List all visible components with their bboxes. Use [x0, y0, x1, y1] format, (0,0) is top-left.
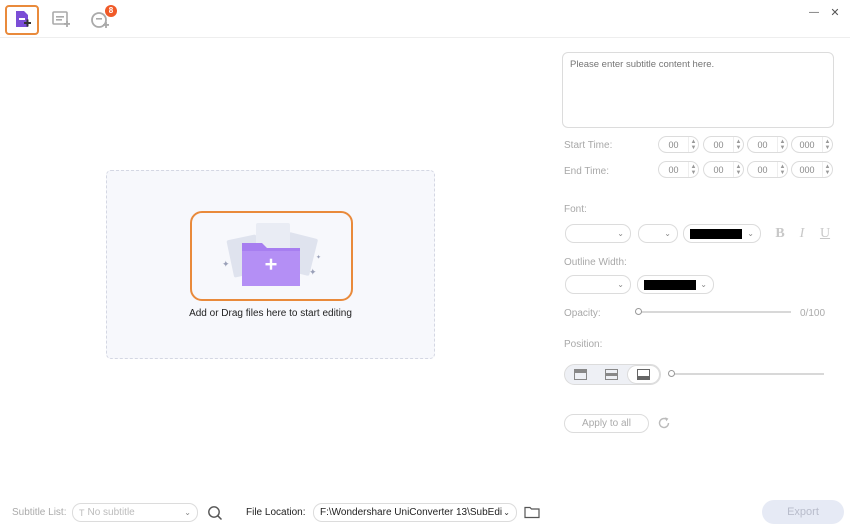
start-minutes-spinner[interactable]: 00 ▲ ▼ — [703, 136, 744, 153]
notification-badge: 8 — [105, 5, 117, 17]
end-seconds-spinner[interactable]: 00 ▲ ▼ — [747, 161, 788, 178]
spinner-arrows-icon[interactable]: ▲ ▼ — [688, 162, 698, 177]
subtitle-text-icon: T — [79, 507, 85, 518]
opacity-value: 0/100 — [800, 308, 826, 319]
position-top-icon — [574, 369, 587, 380]
search-subtitle-button[interactable] — [207, 505, 223, 521]
font-size-select[interactable]: ⌄ — [638, 224, 678, 243]
position-top-button[interactable] — [565, 365, 596, 384]
add-subtitle-button[interactable] — [44, 5, 78, 35]
close-icon: ✕ — [830, 6, 840, 19]
apply-to-all-button[interactable]: Apply to all — [564, 414, 649, 433]
search-icon — [208, 506, 223, 521]
end-time-label: End Time: — [564, 166, 610, 177]
opacity-slider-track[interactable] — [638, 311, 791, 313]
spinner-arrows-icon[interactable]: ▲ ▼ — [733, 137, 743, 152]
outline-color-select[interactable]: ⌄ — [637, 275, 714, 294]
export-button[interactable]: Export — [762, 500, 844, 524]
chevron-down-icon: ⌄ — [617, 229, 624, 238]
minimize-button[interactable]: — — [805, 4, 823, 20]
position-selector — [564, 364, 661, 385]
drop-instruction: Add or Drag files here to start editing — [189, 308, 352, 319]
spinner-arrows-icon[interactable]: ▲ ▼ — [822, 137, 832, 152]
subtitle-list-value: No subtitle — [87, 507, 135, 518]
open-folder-button[interactable] — [524, 505, 540, 519]
chevron-down-icon: ⌄ — [747, 229, 754, 238]
end-minutes-spinner[interactable]: 00 ▲ ▼ — [703, 161, 744, 178]
folder-icon — [524, 506, 540, 519]
chevron-down-icon: ⌄ — [184, 508, 191, 517]
subtitle-content-input[interactable] — [562, 52, 834, 128]
start-seconds-value: 00 — [757, 139, 768, 150]
file-location-label: File Location: — [246, 507, 306, 518]
add-files-card[interactable]: ✦ ✦ ✦ — [190, 211, 353, 301]
top-toolbar: 8 — ✕ — [0, 0, 850, 38]
position-middle-button[interactable] — [596, 365, 627, 384]
spinner-arrows-icon[interactable]: ▲ ▼ — [733, 162, 743, 177]
position-middle-icon — [605, 369, 618, 380]
subtitle-list-label: Subtitle List: — [12, 507, 67, 518]
subtitle-list-select[interactable]: T No subtitle ⌄ — [72, 503, 198, 522]
close-button[interactable]: ✕ — [826, 4, 844, 20]
italic-button[interactable]: I — [794, 226, 810, 242]
chevron-down-icon: ⌄ — [617, 280, 624, 289]
file-location-select[interactable]: F:\Wondershare UniConverter 13\SubEdi ⌄ — [313, 503, 517, 522]
minimize-icon: — — [809, 6, 819, 18]
start-seconds-spinner[interactable]: 00 ▲ ▼ — [747, 136, 788, 153]
add-subtitle-icon — [52, 11, 70, 27]
svg-text:✦: ✦ — [222, 259, 230, 269]
file-location-value: F:\Wondershare UniConverter 13\SubEdi — [320, 507, 502, 518]
end-hours-spinner[interactable]: 00 ▲ ▼ — [658, 161, 699, 178]
end-minutes-value: 00 — [713, 164, 724, 175]
outline-color-swatch — [644, 279, 696, 290]
position-bottom-icon — [637, 369, 650, 380]
bold-button[interactable]: B — [772, 226, 788, 242]
font-color-swatch — [690, 228, 742, 239]
underline-button[interactable]: U — [817, 226, 833, 242]
refresh-icon — [658, 417, 670, 429]
end-ms-spinner[interactable]: 000 ▲ ▼ — [791, 161, 833, 178]
folder-plus-icon: ✦ ✦ ✦ — [222, 223, 321, 286]
end-hours-value: 00 — [668, 164, 679, 175]
position-slider-track[interactable] — [671, 373, 824, 375]
opacity-label: Opacity: — [564, 308, 601, 319]
outline-width-label: Outline Width: — [564, 257, 627, 268]
spinner-arrows-icon[interactable]: ▲ ▼ — [777, 162, 787, 177]
start-hours-value: 00 — [668, 139, 679, 150]
chevron-down-icon: ⌄ — [700, 280, 707, 289]
svg-text:✦: ✦ — [316, 254, 321, 261]
start-ms-spinner[interactable]: 000 ▲ ▼ — [791, 136, 833, 153]
start-hours-spinner[interactable]: 00 ▲ ▼ — [658, 136, 699, 153]
add-file-icon — [16, 11, 31, 27]
add-file-button[interactable] — [5, 5, 39, 35]
font-family-select[interactable]: ⌄ — [565, 224, 631, 243]
spinner-arrows-icon[interactable]: ▲ ▼ — [822, 162, 832, 177]
chevron-down-icon: ⌄ — [664, 229, 671, 238]
spinner-arrows-icon[interactable]: ▲ ▼ — [777, 137, 787, 152]
start-minutes-value: 00 — [713, 139, 724, 150]
outline-width-select[interactable]: ⌄ — [565, 275, 631, 294]
reset-button[interactable] — [657, 416, 671, 430]
position-bottom-button[interactable] — [627, 365, 660, 384]
spinner-arrows-icon[interactable]: ▲ ▼ — [688, 137, 698, 152]
end-ms-value: 000 — [799, 164, 815, 175]
end-seconds-value: 00 — [757, 164, 768, 175]
font-label: Font: — [564, 204, 587, 215]
file-drop-zone[interactable]: ✦ ✦ ✦ Add or Drag files here to start ed… — [106, 170, 435, 359]
font-color-select[interactable]: ⌄ — [683, 224, 761, 243]
start-time-label: Start Time: — [564, 140, 613, 151]
start-ms-value: 000 — [799, 139, 815, 150]
opacity-slider-thumb[interactable] — [635, 308, 642, 315]
position-label: Position: — [564, 339, 603, 350]
auto-subtitle-button[interactable]: 8 — [83, 5, 117, 35]
position-slider-thumb[interactable] — [668, 370, 675, 377]
chevron-down-icon: ⌄ — [503, 508, 510, 517]
